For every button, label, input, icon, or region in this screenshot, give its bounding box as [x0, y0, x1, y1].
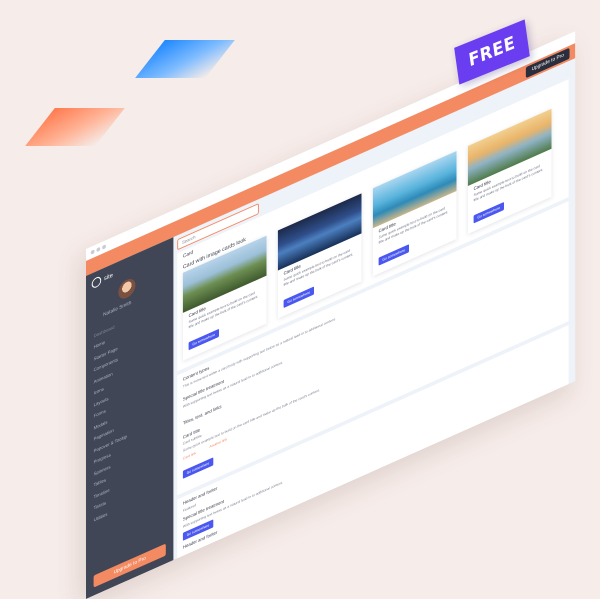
special-text: With supporting text below as a natural … — [182, 480, 283, 529]
sidebar: site Natalie Smith Dashboard Home Starte… — [86, 237, 174, 599]
go-somewhere-button[interactable]: Go somewhere — [283, 286, 314, 309]
go-somewhere-button[interactable]: Go somewhere — [182, 457, 214, 479]
avatar[interactable] — [118, 276, 136, 302]
perspective-scene: Upgrade to Pro site Natalie Smith Dashbo… — [86, 0, 600, 599]
titles-links-title: Titles, text, and links — [182, 403, 222, 426]
sidebar-upgrade-button[interactable]: Upgrade to Pro — [93, 543, 166, 588]
window-dot-icon — [96, 246, 101, 253]
section-title: Card — [182, 249, 194, 260]
logo-icon — [91, 275, 102, 290]
card-link[interactable]: Card link — [183, 451, 196, 461]
brand-name: site — [104, 272, 113, 283]
card-image — [467, 108, 552, 186]
special-text: With supporting text below as a natural … — [182, 360, 283, 409]
app-window: Upgrade to Pro site Natalie Smith Dashbo… — [86, 31, 576, 599]
card-image — [277, 193, 362, 271]
card-image — [372, 151, 457, 229]
go-somewhere-button[interactable]: Go somewhere — [378, 244, 409, 266]
go-somewhere-button[interactable]: Go somewhere — [188, 328, 219, 351]
brand-logo[interactable]: site — [91, 270, 113, 290]
window-dot-icon — [102, 244, 106, 250]
go-somewhere-button[interactable]: Go somewhere — [473, 202, 504, 224]
sidebar-menu: Dashboard Home Starter Page Components A… — [94, 297, 170, 526]
window-dot-icon — [90, 249, 95, 255]
